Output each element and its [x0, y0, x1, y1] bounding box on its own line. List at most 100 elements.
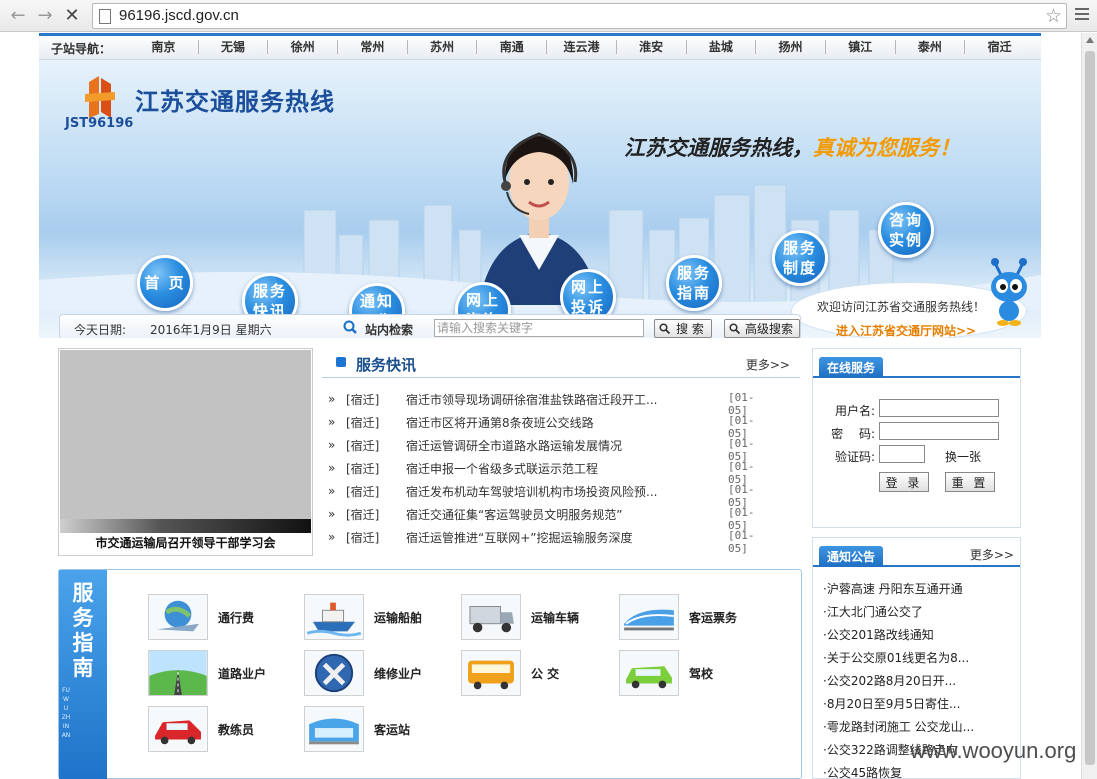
captcha-input[interactable] [879, 445, 925, 463]
city-link[interactable]: 南通 [476, 40, 546, 54]
scroll-thumb[interactable] [1085, 51, 1095, 765]
notice-item[interactable]: ·雩龙路封闭施工 公交龙山... [823, 718, 974, 735]
city-link[interactable]: 泰州 [894, 40, 965, 54]
news-title-link[interactable]: 宿迁市区将开通第8条夜班公交线路 [406, 414, 594, 431]
photo-caption-bar [60, 519, 311, 533]
news-title-link[interactable]: 宿迁运管调研全市道路水路运输发展情况 [406, 437, 622, 454]
city-link[interactable]: 盐城 [685, 40, 756, 54]
back-button[interactable]: ← [8, 6, 28, 26]
watermark: www.wooyun.org [910, 738, 1077, 763]
address-bar[interactable]: 96196.jscd.gov.cn ☆ [92, 3, 1067, 29]
service-guide-panel: 服务指南 FUWU ZHINAN 通行费 运输船舶 运输车辆 客运票务 道路业户… [58, 569, 802, 779]
guide-item-road-business[interactable]: 道路业户 [148, 650, 298, 698]
notice-item[interactable]: ·关于公交原01线更名为8... [823, 649, 969, 666]
menu-label: 服务 指南 [676, 264, 711, 302]
scroll-up-arrow-icon[interactable] [1086, 37, 1094, 43]
forward-button[interactable]: → [35, 6, 55, 26]
reset-button[interactable]: 重 置 [945, 472, 995, 492]
login-button[interactable]: 登 录 [879, 472, 929, 492]
username-label: 用户名: [834, 404, 875, 418]
city-link[interactable]: 镇江 [824, 40, 895, 54]
guide-item-passenger-ticket[interactable]: 客运票务 [619, 594, 769, 642]
browser-menu-icon[interactable] [1075, 8, 1089, 23]
photo-caption[interactable]: 市交通运输局召开领导干部学习会 [59, 534, 312, 551]
news-item[interactable]: » [宿迁] 宿迁市领导现场调研徐宿淮盐铁路宿迁段开工... [01-05] [328, 391, 768, 417]
guide-item-ship[interactable]: 运输船舶 [304, 594, 454, 642]
password-input[interactable] [879, 422, 999, 440]
menu-service-system-button[interactable]: 服务 制度 [772, 230, 828, 286]
guide-item-instructor[interactable]: 教练员 [148, 706, 298, 754]
password-label: 密 码: [831, 427, 875, 441]
notice-item[interactable]: ·8月20日至9月5日寄住... [823, 695, 960, 712]
guide-item-toll[interactable]: 通行费 [148, 594, 298, 642]
city-link[interactable]: 扬州 [755, 40, 825, 54]
notice-item[interactable]: ·公交45路恢复 [823, 764, 902, 779]
news-item[interactable]: » [宿迁] 宿迁运管推进“互联网+”挖掘运输服务深度 [01-05] [328, 529, 768, 555]
search-input[interactable] [434, 319, 644, 337]
url-text[interactable]: 96196.jscd.gov.cn [119, 7, 239, 24]
news-item[interactable]: » [宿迁] 宿迁市区将开通第8条夜班公交线路 [01-05] [328, 414, 768, 440]
news-photo[interactable] [60, 350, 311, 530]
news-title-link[interactable]: 宿迁申报一个省级多式联运示范工程 [406, 460, 598, 477]
city-link[interactable]: 徐州 [267, 40, 337, 54]
advanced-search-button[interactable]: 高级搜索 [724, 319, 800, 338]
menu-home-button[interactable]: 首 页 [137, 255, 193, 311]
guide-item-bus[interactable]: 公 交 [461, 650, 611, 698]
welcome-text: 欢迎访问江苏省交通服务热线！ [817, 300, 986, 314]
notice-item[interactable]: ·公交201路改线通知 [823, 626, 934, 643]
bookmark-star-icon[interactable]: ☆ [1045, 5, 1062, 27]
search-button-label: 搜 索 [676, 322, 704, 336]
news-date: [01-05] [728, 529, 755, 555]
date-value: 2016年1月9日 星期六 [150, 323, 272, 337]
news-item[interactable]: » [宿迁] 宿迁交通征集“客运驾驶员文明服务规范” [01-05] [328, 506, 768, 532]
slogan: 江苏交通服务热线，真诚为您服务！ [624, 132, 960, 162]
web-page: 子站导航： 南京 无锡 徐州 常州 苏州 南通 连云港 淮安 盐城 扬州 镇江 … [39, 33, 1041, 779]
city-link[interactable]: 苏州 [406, 40, 477, 54]
menu-service-guide-button[interactable]: 服务 指南 [666, 255, 722, 311]
notice-more-link[interactable]: 更多>> [970, 546, 1014, 563]
news-title-link[interactable]: 宿迁市领导现场调研徐宿淮盐铁路宿迁段开工... [406, 391, 657, 408]
guide-item-driving-school[interactable]: 驾校 [619, 650, 769, 698]
news-title-link[interactable]: 宿迁发布机动车驾驶培训机构市场投资风险预... [406, 483, 657, 500]
menu-consult-examples-button[interactable]: 咨询 实例 [878, 202, 934, 258]
site-search-label: 站内检索 [365, 323, 414, 337]
guide-item-label: 教练员 [218, 723, 255, 737]
guide-item-label: 客运票务 [689, 611, 738, 625]
captcha-refresh-link[interactable]: 换一张 [945, 448, 981, 465]
city-link[interactable]: 常州 [337, 40, 407, 54]
service-news-panel: 服务快讯 更多>> » [宿迁] 宿迁市领导现场调研徐宿淮盐铁路宿迁段开工... [0… [322, 348, 800, 556]
car-icon [619, 650, 679, 696]
bullet-icon: » [328, 530, 336, 544]
substation-nav-label: 子站导航： [51, 42, 112, 56]
search-button[interactable]: 搜 索 [654, 319, 712, 338]
city-link[interactable]: 淮安 [615, 40, 686, 54]
notice-item[interactable]: ·江大北门通公交了 [823, 603, 923, 620]
globe-plane-icon [148, 594, 208, 640]
bullet-icon: » [328, 392, 336, 406]
city-link[interactable]: 宿迁 [964, 40, 1034, 54]
transport-dept-link[interactable]: 进入江苏省交通厅网站>> [836, 322, 976, 338]
news-title-link[interactable]: 宿迁交通征集“客运驾驶员文明服务规范” [406, 506, 622, 523]
username-input[interactable] [879, 399, 999, 417]
news-item[interactable]: » [宿迁] 宿迁发布机动车驾驶培训机构市场投资风险预... [01-05] [328, 483, 768, 509]
vertical-scrollbar[interactable] [1081, 33, 1097, 779]
city-link[interactable]: 无锡 [197, 40, 268, 54]
news-item[interactable]: » [宿迁] 宿迁申报一个省级多式联运示范工程 [01-05] [328, 460, 768, 486]
guide-item-bus-station[interactable]: 客运站 [304, 706, 454, 754]
news-item[interactable]: » [宿迁] 宿迁运管调研全市道路水路运输发展情况 [01-05] [328, 437, 768, 463]
notice-item[interactable]: ·沪蓉高速 丹阳东互通开通 [823, 580, 963, 597]
city-link[interactable]: 连云港 [546, 40, 616, 54]
slogan-highlight: 真诚为您服务！ [813, 135, 960, 160]
bullet-icon: » [328, 438, 336, 452]
news-more-link[interactable]: 更多>> [746, 356, 790, 373]
guide-item-repair-business[interactable]: 维修业户 [304, 650, 454, 698]
guide-item-vehicle[interactable]: 运输车辆 [461, 594, 611, 642]
search-icon [729, 323, 740, 334]
captcha-row: 验证码: 换一张 [827, 445, 1007, 465]
city-link[interactable]: 南京 [129, 40, 198, 54]
photo-news[interactable]: 市交通运输局召开领导干部学习会 [58, 348, 313, 556]
notice-item[interactable]: ·公交202路8月20日开... [823, 672, 956, 689]
news-title-link[interactable]: 宿迁运管推进“互联网+”挖掘运输服务深度 [406, 529, 633, 546]
red-car-icon [148, 706, 208, 752]
stop-button[interactable]: ✕ [62, 6, 82, 26]
